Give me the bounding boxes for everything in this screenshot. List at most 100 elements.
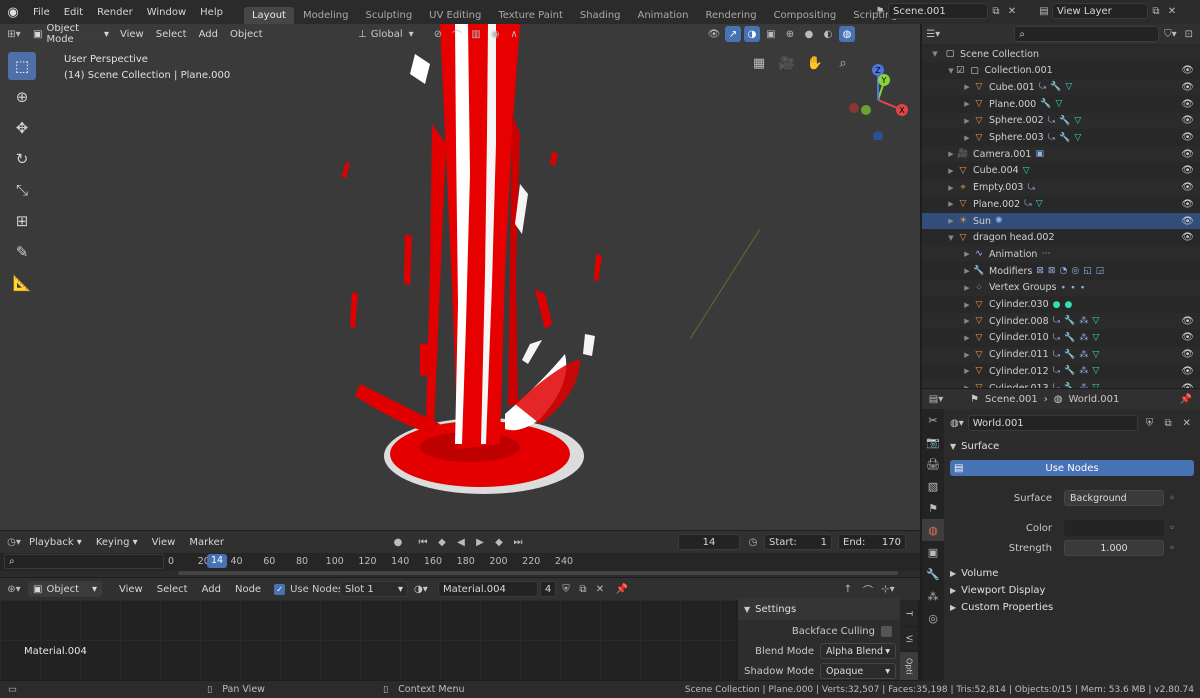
outliner-row[interactable]: ▶ ▽ Cylinder.011 ⤿ 🔧 ⁂ ▽ 👁 bbox=[922, 346, 1200, 363]
expand-toggle-icon[interactable]: ▶ bbox=[962, 317, 972, 325]
outliner-row[interactable]: ▼ ☑ ▢ Collection.001 👁 bbox=[922, 63, 1200, 79]
data-block-icon[interactable]: ▽ bbox=[1092, 383, 1099, 388]
filter-icon[interactable]: ⛉▾ bbox=[1163, 26, 1177, 42]
tab-layout[interactable]: Layout bbox=[243, 7, 294, 24]
data-block-icon[interactable]: ▽ bbox=[1092, 333, 1099, 343]
expand-toggle-icon[interactable]: ▶ bbox=[962, 334, 972, 342]
prev-keyframe-icon[interactable]: ◆ bbox=[434, 534, 450, 550]
snap-icon[interactable]: ⌒ bbox=[449, 26, 465, 42]
data-block-icon[interactable]: 🔧 bbox=[1050, 82, 1061, 92]
pin-icon[interactable]: 📌 bbox=[1178, 391, 1194, 407]
material-name-field[interactable]: Material.004 bbox=[438, 581, 538, 597]
data-block-icon[interactable]: ⁂ bbox=[1079, 316, 1088, 326]
visibility-eye-icon[interactable]: 👁 bbox=[1181, 349, 1194, 360]
expand-toggle-icon[interactable]: ▼ bbox=[946, 67, 956, 75]
visibility-eye-icon[interactable]: 👁 bbox=[1181, 65, 1194, 76]
close-view-layer-icon[interactable]: ✕ bbox=[1164, 3, 1180, 19]
tab-rendering[interactable]: Rendering bbox=[697, 7, 764, 24]
data-block-icon[interactable]: ▽ bbox=[1023, 166, 1030, 176]
timeline-menu-keying[interactable]: Keying ▾ bbox=[89, 537, 145, 548]
data-block-icon[interactable]: 🔧 bbox=[1064, 366, 1075, 376]
overlay-toggle-icon[interactable]: ◑ bbox=[744, 26, 760, 42]
visibility-eye-icon[interactable]: 👁 bbox=[1181, 199, 1194, 210]
viewport-menu-add[interactable]: Add bbox=[193, 29, 224, 40]
render-tab-icon[interactable]: 📷 bbox=[922, 431, 944, 453]
menu-window[interactable]: Window bbox=[140, 7, 193, 18]
data-block-icon[interactable]: ⤿ bbox=[1053, 316, 1061, 326]
color-link-icon[interactable]: ◦ bbox=[1164, 520, 1180, 536]
end-frame-field[interactable]: End: 170 bbox=[838, 534, 906, 550]
copy-material-icon[interactable]: ⧉ bbox=[575, 581, 591, 597]
surface-shader-select[interactable]: Background bbox=[1064, 490, 1164, 506]
snap-node-icon[interactable]: ⌒ bbox=[860, 581, 876, 597]
expand-toggle-icon[interactable]: ▶ bbox=[962, 134, 972, 142]
copy-world-icon[interactable]: ⧉ bbox=[1161, 415, 1176, 431]
data-block-icon[interactable]: ∙ bbox=[1070, 283, 1076, 293]
timeline-scrollbar[interactable] bbox=[178, 571, 898, 575]
outliner-row[interactable]: ▶ ▽ Plane.002 ⤿ ▽ 👁 bbox=[922, 196, 1200, 212]
data-block-icon[interactable]: ● bbox=[1064, 300, 1072, 310]
proportional-edit-icon[interactable]: ◉ bbox=[487, 26, 503, 42]
outliner-row[interactable]: ▼ ▽ dragon head.002 👁 bbox=[922, 230, 1200, 246]
stopwatch-icon[interactable]: ◷ bbox=[745, 534, 761, 550]
tab-animation[interactable]: Animation bbox=[630, 7, 697, 24]
falloff-icon[interactable]: ∧ bbox=[506, 26, 522, 42]
visibility-eye-icon[interactable]: 👁 bbox=[1181, 332, 1194, 343]
data-block-icon[interactable]: ⁂ bbox=[1079, 383, 1088, 388]
shadow-mode-select[interactable]: Opaque ▾ bbox=[820, 663, 896, 679]
timeline-menu-view[interactable]: View bbox=[145, 537, 183, 548]
outliner-row[interactable]: ▶ ∿ Animation ⋯ bbox=[922, 246, 1200, 263]
material-icon[interactable]: ◑▾ bbox=[414, 584, 428, 595]
node-canvas[interactable]: Material.004 bbox=[0, 600, 736, 680]
timeline-search-input[interactable]: ⌕ bbox=[4, 554, 164, 569]
shield-icon[interactable]: ⛨ bbox=[1142, 415, 1157, 431]
tab-uv-editing[interactable]: UV Editing bbox=[421, 7, 489, 24]
world-tab-icon[interactable]: ◍ bbox=[922, 519, 944, 541]
visibility-eye-icon[interactable]: 👁 bbox=[1181, 232, 1194, 243]
unlink-material-icon[interactable]: ✕ bbox=[592, 581, 608, 597]
data-block-icon[interactable]: ▽ bbox=[1092, 350, 1099, 360]
expand-toggle-icon[interactable]: ▶ bbox=[946, 217, 956, 225]
outliner-row[interactable]: ▶ ▽ Plane.000 🔧 ▽ 👁 bbox=[922, 96, 1200, 112]
snap-target-icon[interactable]: ▥ bbox=[468, 26, 484, 42]
timeline-editor-icon[interactable]: ◷▾ bbox=[6, 534, 22, 550]
visibility-eye-icon[interactable]: 👁 bbox=[1181, 115, 1194, 126]
annotate-icon[interactable]: ✎ bbox=[8, 238, 36, 266]
visibility-eye-icon[interactable]: 👁 bbox=[1181, 182, 1194, 193]
data-block-icon[interactable]: ▽ bbox=[1074, 133, 1081, 143]
data-block-icon[interactable]: ▽ bbox=[1036, 199, 1043, 209]
use-nodes-button[interactable]: ▤ Use Nodes bbox=[950, 460, 1194, 476]
output-tab-icon[interactable]: 🖨 bbox=[922, 453, 944, 475]
expand-toggle-icon[interactable]: ▶ bbox=[946, 150, 956, 158]
menu-help[interactable]: Help bbox=[193, 7, 230, 18]
data-block-icon[interactable]: ◲ bbox=[1096, 266, 1105, 276]
play-icon[interactable]: ▶ bbox=[472, 534, 488, 550]
viewport-menu-object[interactable]: Object bbox=[224, 29, 269, 40]
physics-tab-icon[interactable]: ◎ bbox=[922, 607, 944, 629]
expand-toggle-icon[interactable]: ▶ bbox=[962, 250, 972, 258]
viewport-menu-select[interactable]: Select bbox=[150, 29, 193, 40]
data-block-icon[interactable]: ● bbox=[1053, 300, 1061, 310]
transform-icon[interactable]: ⊞ bbox=[8, 207, 36, 235]
data-block-icon[interactable]: 🔧 bbox=[1064, 383, 1075, 388]
rendered-shading-icon[interactable]: ◍ bbox=[839, 26, 855, 42]
data-block-icon[interactable]: ▽ bbox=[1092, 366, 1099, 376]
move-icon[interactable]: ✥ bbox=[8, 114, 36, 142]
view-layer-icon[interactable]: ▤ bbox=[1036, 3, 1052, 19]
visibility-eye-icon[interactable]: 👁 bbox=[1181, 383, 1194, 389]
shader-type-select[interactable]: ▣ Object ▾ bbox=[28, 581, 102, 597]
expand-toggle-icon[interactable]: ▶ bbox=[962, 100, 972, 108]
outliner-row[interactable]: ▶ ▽ Cylinder.013 ⤿ 🔧 ⁂ ▽ 👁 bbox=[922, 380, 1200, 388]
viewport-menu-view[interactable]: View bbox=[114, 29, 150, 40]
fake-user-icon[interactable]: ⛨ bbox=[558, 581, 574, 597]
tool-tab-icon[interactable]: ✂ bbox=[922, 409, 944, 431]
expand-toggle-icon[interactable]: ▶ bbox=[962, 83, 972, 91]
tab-compositing[interactable]: Compositing bbox=[766, 7, 845, 24]
expand-toggle-icon[interactable]: ▶ bbox=[946, 167, 956, 175]
data-block-icon[interactable]: ∙ bbox=[1060, 283, 1066, 293]
shader-menu-node[interactable]: Node bbox=[228, 584, 268, 595]
blend-mode-select[interactable]: Alpha Blend ▾ bbox=[820, 643, 896, 659]
crumb-scene[interactable]: Scene.001 bbox=[985, 394, 1038, 405]
data-block-icon[interactable]: ▽ bbox=[1092, 316, 1099, 326]
data-block-icon[interactable]: 🔧 bbox=[1064, 316, 1075, 326]
